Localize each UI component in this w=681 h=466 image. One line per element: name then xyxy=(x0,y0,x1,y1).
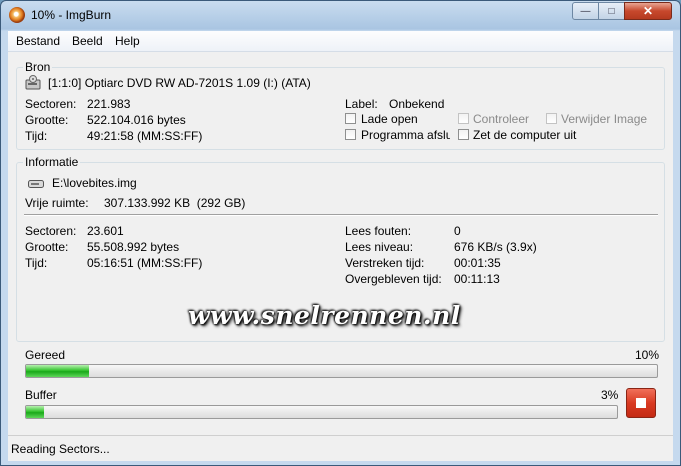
progress-label: Gereed xyxy=(25,348,66,362)
read-errors-label: Lees fouten: xyxy=(345,224,412,238)
info-heading: Informatie xyxy=(23,155,81,169)
elapsed-value: 00:01:35 xyxy=(454,256,501,270)
remaining-value: 00:11:13 xyxy=(454,272,500,286)
close-icon: ✕ xyxy=(642,4,654,18)
title-bar[interactable]: 10% - ImgBurn — □ ✕ xyxy=(1,1,680,31)
label-value: Onbekend xyxy=(389,97,445,111)
buffer-label: Buffer xyxy=(25,388,57,402)
remaining-label: Overgebleven tijd: xyxy=(345,272,442,286)
source-heading: Bron xyxy=(23,60,53,74)
elapsed-label: Verstreken tijd: xyxy=(345,256,425,270)
menu-bar: Bestand Beeld Help xyxy=(8,31,673,52)
info-separator xyxy=(24,214,658,216)
stop-button[interactable] xyxy=(626,388,656,418)
source-device: [1:1:0] Optiarc DVD RW AD-7201S 1.09 (I:… xyxy=(48,76,311,90)
eject-label[interactable]: Lade open xyxy=(361,112,418,126)
menu-beeld[interactable]: Beeld xyxy=(72,34,103,48)
progress-bar xyxy=(25,364,658,378)
stop-icon xyxy=(636,398,646,408)
label-label: Label: xyxy=(345,97,378,111)
minimize-icon: — xyxy=(580,5,591,17)
progress-percent: 10% xyxy=(635,348,660,362)
source-size-value: 522.104.016 bytes xyxy=(87,113,186,127)
info-size-value: 55.508.992 bytes xyxy=(87,240,180,254)
source-size-label: Grootte: xyxy=(25,113,69,127)
close-button[interactable]: ✕ xyxy=(624,2,672,20)
free-space-value: 307.133.992 KB (292 GB) xyxy=(104,196,246,210)
info-time-value: 05:16:51 (MM:SS:FF) xyxy=(87,256,203,270)
read-errors-value: 0 xyxy=(454,224,461,238)
source-time-label: Tijd: xyxy=(25,129,48,143)
read-level-value: 676 KB/s (3.9x) xyxy=(454,240,537,254)
close-program-label[interactable]: Programma afslu xyxy=(361,128,450,142)
status-text: Reading Sectors... xyxy=(11,442,110,456)
window-title: 10% - ImgBurn xyxy=(31,8,112,22)
buffer-bar xyxy=(25,405,618,419)
main-panel: Bron [1:1:0] Optiarc DVD RW AD-7201S 1.0… xyxy=(8,52,673,435)
source-sectors-label: Sectoren: xyxy=(25,97,77,111)
status-bar: Reading Sectors... xyxy=(8,435,673,461)
info-sectors-label: Sectoren: xyxy=(25,224,77,238)
info-sectors-value: 23.601 xyxy=(87,224,124,238)
info-file: E:\lovebites.img xyxy=(52,176,137,190)
progress-fill xyxy=(26,365,90,377)
close-program-checkbox[interactable] xyxy=(345,129,356,140)
minimize-button[interactable]: — xyxy=(572,2,599,20)
maximize-icon: □ xyxy=(608,5,615,17)
read-level-label: Lees niveau: xyxy=(345,240,414,254)
buffer-fill xyxy=(26,406,44,418)
source-sectors-value: 221.983 xyxy=(87,97,131,111)
shutdown-label[interactable]: Zet de computer uit xyxy=(473,128,576,142)
source-time-value: 49:21:58 (MM:SS:FF) xyxy=(87,129,203,143)
info-time-label: Tijd: xyxy=(25,256,48,270)
app-window: 10% - ImgBurn — □ ✕ Bestand Beeld Help B… xyxy=(0,0,681,466)
verify-label[interactable]: Controleer xyxy=(473,112,529,126)
watermark-logo: www.snelrennen.nl xyxy=(188,301,461,330)
optical-drive-icon xyxy=(25,75,41,90)
maximize-button[interactable]: □ xyxy=(598,2,625,20)
delete-image-checkbox[interactable] xyxy=(546,113,557,124)
info-size-label: Grootte: xyxy=(25,240,69,254)
eject-checkbox[interactable] xyxy=(345,113,356,124)
delete-image-label[interactable]: Verwijder Image xyxy=(561,112,647,126)
verify-checkbox[interactable] xyxy=(458,113,469,124)
shutdown-checkbox[interactable] xyxy=(458,129,469,140)
buffer-percent: 3% xyxy=(601,388,619,402)
free-space-label: Vrije ruimte: xyxy=(25,196,89,210)
menu-bestand[interactable]: Bestand xyxy=(16,34,60,48)
menu-help[interactable]: Help xyxy=(115,34,140,48)
disc-image-icon xyxy=(28,180,44,188)
imgburn-disc-icon[interactable] xyxy=(9,7,25,23)
